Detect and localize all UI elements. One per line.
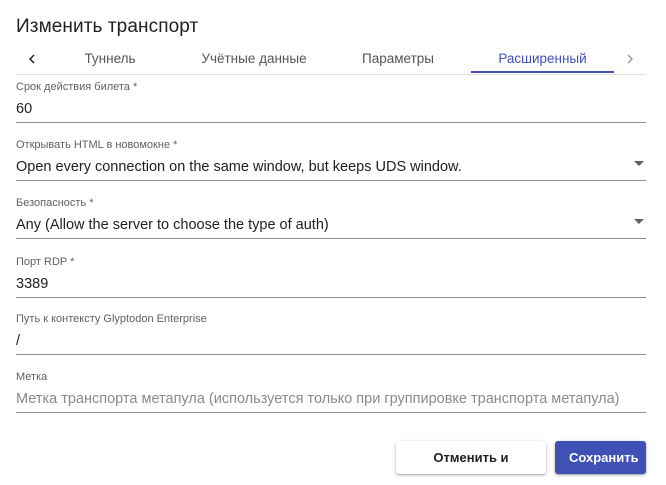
rdp-port-input[interactable]: 3389 [16, 274, 646, 294]
rdp-port-field[interactable]: Порт RDP * 3389 [16, 256, 646, 298]
open-html-window-value[interactable]: Open every connection on the same window… [16, 157, 646, 177]
metapool-label-field[interactable]: Метка Метка транспорта метапула (использ… [16, 371, 646, 413]
open-html-window-select[interactable]: Открывать HTML в новомокне * Open every … [16, 139, 646, 181]
tab-parameters[interactable]: Параметры [332, 44, 464, 74]
context-path-input[interactable]: / [16, 331, 646, 351]
metapool-label-underline [16, 412, 646, 413]
open-html-window-underline [16, 180, 646, 181]
security-value[interactable]: Any (Allow the server to choose the type… [16, 215, 646, 235]
active-tab-indicator [471, 71, 614, 73]
chevron-right-icon[interactable] [614, 44, 646, 74]
tab-advanced[interactable]: Расширенный [471, 44, 614, 74]
context-path-underline [16, 354, 646, 355]
ticket-validity-field[interactable]: Срок действия билета * 60 [16, 81, 646, 123]
save-button[interactable]: Сохранить [555, 441, 646, 474]
metapool-label-label: Метка [16, 371, 48, 383]
security-select[interactable]: Безопасность * Any (Allow the server to … [16, 197, 646, 239]
rdp-port-label: Порт RDP * [16, 256, 75, 268]
metapool-label-input[interactable]: Метка транспорта метапула (используется … [16, 389, 646, 409]
dropdown-arrow-icon[interactable] [634, 161, 644, 166]
chevron-left-icon[interactable] [16, 44, 48, 74]
dropdown-arrow-icon[interactable] [634, 219, 644, 224]
ticket-validity-label: Срок действия билета * [16, 81, 138, 93]
tab-tunnel[interactable]: Туннель [50, 44, 170, 74]
edit-transport-dialog: Изменить транспорт Туннель Учётные данны… [0, 0, 666, 485]
context-path-label: Путь к контексту Glyptodon Enterprise [16, 313, 207, 325]
dialog-title: Изменить транспорт [16, 16, 199, 37]
context-path-field[interactable]: Путь к контексту Glyptodon Enterprise / [16, 313, 646, 355]
tab-credentials[interactable]: Учётные данные [180, 44, 328, 74]
open-html-window-label: Открывать HTML в новомокне * [16, 139, 178, 151]
tab-bar: Туннель Учётные данные Параметры Расшире… [16, 44, 646, 75]
security-label: Безопасность * [16, 197, 94, 209]
rdp-port-underline [16, 297, 646, 298]
security-underline [16, 238, 646, 239]
ticket-validity-underline [16, 122, 646, 123]
cancel-and-close-button[interactable]: Отменить и закрыть [396, 441, 546, 485]
ticket-validity-input[interactable]: 60 [16, 99, 646, 119]
